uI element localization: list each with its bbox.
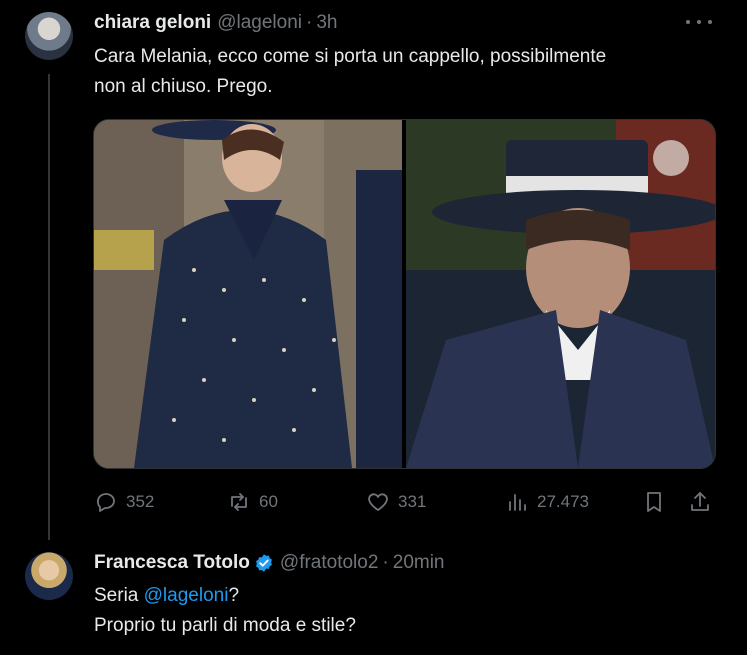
tweet-timestamp[interactable]: 3h [316,12,337,34]
views-chart-icon [509,494,526,511]
author-name[interactable]: Francesca Totolo [94,552,250,574]
tweet-text-line-1: Cara Melania, ecco come si porta un capp… [94,46,607,67]
bookmark-button[interactable] [642,488,666,516]
separator-dot: · [306,12,313,33]
tweet-timestamp[interactable]: 20min [393,552,445,574]
mention-link[interactable]: @lageloni [144,585,229,606]
author-name[interactable]: chiara geloni [94,12,211,34]
author-handle[interactable]: @fratotolo2 [280,552,379,574]
verified-badge-icon [255,554,272,572]
tweet-header: Francesca Totolo @fratotolo2 · 20min [94,552,445,574]
tweet-header: chiara geloni @lageloni · 3h [94,12,337,34]
repost-count: 60 [259,492,278,511]
bookmark-icon [647,492,661,512]
avatar[interactable] [25,552,73,600]
like-button[interactable]: 331 [366,488,426,516]
like-count: 331 [398,492,427,511]
tweet-text-line-1: Seria @lageloni? [94,581,239,610]
views-count: 27.473 [537,492,589,511]
text-prefix: Seria [94,585,144,606]
tweet-text-line-2: non al chiuso. Prego. [94,76,273,97]
avatar[interactable] [25,12,73,60]
reply-icon [97,493,115,512]
text-suffix: ? [228,585,240,606]
media-photo-right[interactable] [406,120,715,468]
author-handle[interactable]: @lageloni [217,12,302,34]
repost-icon [231,493,247,511]
share-icon [691,492,709,511]
tweet-text-line-2: Proprio tu parli di moda e stile? [94,615,356,636]
reply-count: 352 [126,492,155,511]
more-options-icon[interactable] [686,12,712,32]
thread-connector-line [48,74,50,540]
media-photo-left[interactable] [94,120,402,468]
reply-button[interactable]: 352 [94,488,154,516]
tweet-actions: 352 60 331 27.473 [94,488,714,516]
tweet-media[interactable] [93,119,716,469]
views-button[interactable]: 27.473 [505,488,589,516]
heart-icon [368,493,388,511]
repost-button[interactable]: 60 [227,488,278,516]
separator-dot: · [382,552,389,573]
share-button[interactable] [688,488,712,516]
